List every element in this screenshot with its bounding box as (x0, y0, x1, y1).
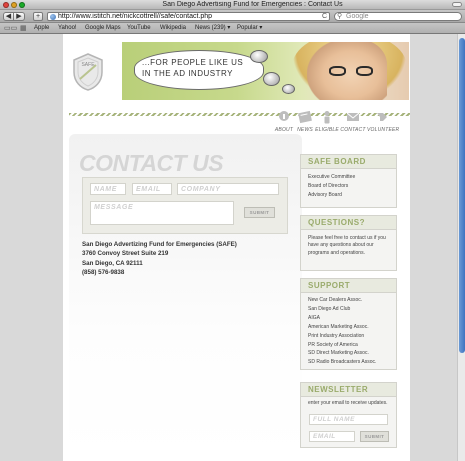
newsletter-email-field[interactable]: EMAIL (309, 431, 355, 442)
minimize-window-button[interactable] (11, 2, 17, 8)
questions-text: Please feel free to contact us if you ha… (308, 235, 386, 256)
person-icon (324, 111, 330, 124)
search-icon: ⚲ (337, 13, 343, 20)
globe-icon (50, 14, 56, 20)
support-link[interactable]: Print Industry Association (308, 332, 396, 341)
newsletter-title: NEWSLETTER (301, 383, 396, 397)
search-field[interactable]: ⚲ Google (334, 12, 462, 21)
nav-volunteer-label: VOLUNTEER (367, 127, 400, 133)
bookmark-yahoo[interactable]: Yahoo! (58, 25, 77, 32)
bookmark-google-maps[interactable]: Google Maps (85, 25, 121, 32)
reading-list-icon[interactable]: ▭▭ (4, 25, 17, 32)
address-phone: (858) 576-9838 (82, 268, 125, 276)
search-placeholder: Google (346, 13, 369, 20)
nav-volunteer[interactable]: VOLUNTEER (367, 110, 400, 133)
window-titlebar: San Diego Advertising Fund for Emergenci… (0, 0, 465, 10)
glasses (329, 66, 373, 76)
newspaper-icon (298, 110, 312, 124)
nav-contact-label: CONTACT (340, 127, 366, 133)
safe-logo[interactable]: SAFE (71, 52, 105, 92)
page-title: CONTACT US (79, 150, 224, 176)
submit-button[interactable]: SUBMIT (244, 207, 275, 218)
newsletter-box: NEWSLETTER enter your email to receive u… (300, 382, 397, 448)
support-link[interactable]: AIGA (308, 314, 396, 323)
address-street: 3760 Convoy Street Suite 219 (82, 250, 169, 258)
bookmarks-bar: ▭▭ ▦ Apple Yahoo! Google Maps YouTube Wi… (0, 23, 465, 34)
support-link[interactable]: SD Radio Broadcasters Assoc. (308, 358, 396, 367)
toolbar-toggle-button[interactable] (452, 2, 462, 7)
safe-board-box: SAFE BOARD Executive Committee Board of … (300, 154, 397, 208)
close-window-button[interactable] (3, 2, 9, 8)
support-link[interactable]: San Diego Ad Club (308, 305, 396, 314)
back-button[interactable]: ◀ (3, 12, 14, 21)
message-field[interactable]: MESSAGE (90, 201, 234, 225)
add-bookmark-button[interactable]: + (33, 12, 43, 21)
url-text: http://www.istitch.net/nickcottrell//saf… (58, 13, 213, 20)
questions-title: QUESTIONS? (301, 216, 396, 230)
address-block: San Diego Advertizing Fund for Emergenci… (82, 240, 237, 277)
bookmark-apple[interactable]: Apple (34, 25, 49, 32)
support-link[interactable]: SD Direct Marketing Assoc. (308, 349, 396, 358)
email-field[interactable]: EMAIL (132, 183, 172, 195)
forward-button[interactable]: ▶ (14, 12, 25, 21)
company-field[interactable]: COMPANY (177, 183, 279, 195)
zoom-window-button[interactable] (19, 2, 25, 8)
banner-tagline: ...FOR PEOPLE LIKE US IN THE AD INDUSTRY (142, 57, 262, 79)
support-link[interactable]: PR Society of America (308, 341, 396, 350)
url-field[interactable]: http://www.istitch.net/nickcottrell//saf… (47, 12, 330, 21)
safe-board-link[interactable]: Advisory Board (308, 191, 396, 200)
reload-icon[interactable]: C (322, 13, 327, 20)
top-sites-icon[interactable]: ▦ (20, 25, 27, 32)
bookmark-news[interactable]: News (239) ▾ (195, 25, 230, 32)
window-title: San Diego Advertising Fund for Emergenci… (162, 1, 343, 8)
address-org: San Diego Advertizing Fund for Emergenci… (82, 241, 237, 248)
support-link[interactable]: New Car Dealers Assoc. (308, 296, 396, 305)
safe-board-title: SAFE BOARD (301, 155, 396, 169)
bookmark-wikipedia[interactable]: Wikipedia (160, 25, 186, 32)
support-title: SUPPORT (301, 279, 396, 293)
safe-board-link[interactable]: Board of Directors (308, 182, 396, 191)
browser-toolbar: ◀ ▶ + http://www.istitch.net/nickcottrel… (0, 10, 465, 23)
header-banner: ...FOR PEOPLE LIKE US IN THE AD INDUSTRY (122, 42, 409, 100)
questions-box: QUESTIONS? Please feel free to contact u… (300, 215, 397, 271)
support-box: SUPPORT New Car Dealers Assoc. San Diego… (300, 278, 397, 370)
newsletter-hint: enter your email to receive updates. (308, 400, 388, 406)
bookmark-popular[interactable]: Popular ▾ (237, 25, 262, 32)
web-page: SAFE ...FOR PEOPLE LIKE US IN THE AD IND… (63, 34, 410, 461)
vertical-scrollbar[interactable] (457, 34, 465, 461)
name-field[interactable]: NAME (90, 183, 126, 195)
banner-line-2: IN THE AD INDUSTRY (142, 69, 233, 78)
scroll-thumb[interactable] (459, 38, 465, 353)
support-link[interactable]: American Marketing Assoc. (308, 323, 396, 332)
newsletter-submit-button[interactable]: SUBMIT (360, 431, 389, 442)
bookmark-youtube[interactable]: YouTube (127, 25, 151, 32)
coin-icon (263, 72, 280, 86)
hand-icon (377, 113, 387, 121)
contact-form: NAME EMAIL COMPANY MESSAGE SUBMIT (82, 177, 288, 234)
safe-board-link[interactable]: Executive Committee (308, 173, 396, 182)
banner-line-1: ...FOR PEOPLE LIKE US (142, 58, 244, 67)
logo-text: SAFE (81, 62, 95, 68)
coin-icon (250, 50, 268, 63)
nav-contact[interactable]: CONTACT (338, 110, 368, 133)
address-city: San Diego, CA 92111 (82, 259, 143, 267)
envelope-icon (346, 112, 360, 121)
newsletter-name-field[interactable]: FULL NAME (309, 414, 388, 425)
